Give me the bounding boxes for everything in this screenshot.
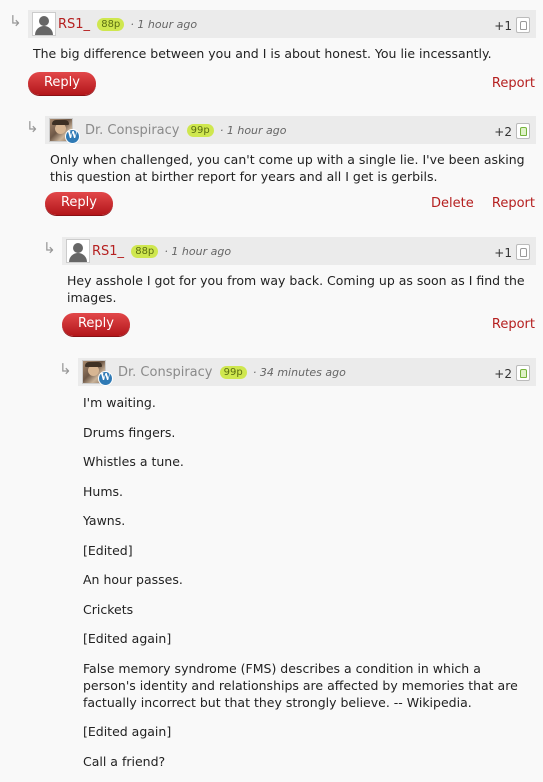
comment-paragraph: The big difference between you and I is …: [33, 46, 492, 61]
author-line: RS1_ 88p · 1 hour ago: [92, 244, 231, 259]
points-badge: 88p: [131, 245, 159, 258]
comment-paragraph: I'm waiting.: [83, 395, 156, 410]
comment-header: ↳ W Dr. Conspiracy 99p · 34 minutes ago …: [59, 358, 536, 386]
avatar[interactable]: [32, 12, 56, 36]
vote-area: +1: [494, 17, 530, 33]
comment-paragraph: Crickets: [83, 601, 134, 617]
comment-body: Only when challenged, you can't come up …: [50, 151, 530, 198]
reply-arrow-icon: ↳: [26, 118, 39, 136]
reply-button[interactable]: Reply: [28, 72, 96, 95]
comment-dr-conspiracy-second: ↳ W Dr. Conspiracy 99p · 34 minutes ago …: [59, 358, 536, 769]
vote-count: +2: [494, 367, 512, 381]
vote-count: +1: [494, 19, 512, 33]
vote-area: +1: [494, 244, 530, 260]
author-name[interactable]: RS1_: [58, 17, 90, 32]
comment-actions: Report: [478, 76, 535, 91]
author-line: Dr. Conspiracy 99p · 34 minutes ago: [118, 365, 346, 380]
timestamp[interactable]: · 1 hour ago: [164, 245, 231, 258]
comment-paragraph: [Edited again]: [83, 724, 172, 739]
comment-actions: Delete Report: [417, 196, 535, 211]
vote-count: +2: [494, 125, 512, 139]
comment-paragraph: Only when challenged, you can't come up …: [50, 152, 525, 184]
delete-link[interactable]: Delete: [431, 196, 474, 211]
comment-header: ↳ RS1_ 88p · 1 hour ago +1: [43, 237, 536, 265]
thumbs-up-icon[interactable]: [516, 123, 530, 139]
comment-rs1-second: ↳ RS1_ 88p · 1 hour ago +1 Hey asshole I…: [43, 237, 536, 337]
timestamp[interactable]: · 34 minutes ago: [253, 366, 346, 379]
comment-header: ↳ RS1_ 88p · 1 hour ago +1: [9, 10, 536, 38]
comment-paragraph: Call a friend?: [83, 753, 166, 769]
report-link[interactable]: Report: [492, 317, 535, 332]
reply-arrow-icon: ↳: [43, 239, 56, 257]
comment-paragraph: Drums fingers.: [83, 424, 176, 440]
points-badge: 99p: [219, 366, 247, 379]
timestamp[interactable]: · 1 hour ago: [220, 124, 287, 137]
reply-arrow-icon: ↳: [59, 360, 72, 378]
vote-area: +2: [494, 123, 530, 139]
reply-arrow-icon: ↳: [9, 12, 22, 30]
wordpress-icon: W: [98, 371, 113, 386]
reply-button[interactable]: Reply: [45, 192, 113, 215]
comment-paragraph: False memory syndrome (FMS) describes a …: [83, 660, 518, 710]
reply-button[interactable]: Reply: [62, 313, 130, 336]
author-name[interactable]: Dr. Conspiracy: [85, 123, 180, 138]
comment-paragraph: Yawns.: [83, 513, 126, 528]
comment-actions: Report: [478, 317, 535, 332]
comment-dr-conspiracy-first: ↳ W Dr. Conspiracy 99p · 1 hour ago +2 O…: [26, 116, 536, 216]
timestamp[interactable]: · 1 hour ago: [130, 18, 197, 31]
thumbs-up-icon[interactable]: [516, 244, 530, 260]
points-badge: 99p: [186, 124, 214, 137]
comment-rs1-first: ↳ RS1_ 88p · 1 hour ago +1 The big diffe…: [9, 10, 536, 98]
comment-body: I'm waiting. Drums fingers. Whistles a t…: [83, 394, 528, 782]
comment-header: ↳ W Dr. Conspiracy 99p · 1 hour ago +2: [26, 116, 536, 144]
avatar[interactable]: [66, 239, 90, 263]
points-badge: 88p: [97, 18, 125, 31]
comment-paragraph: Hums.: [83, 483, 123, 499]
comment-body: The big difference between you and I is …: [33, 45, 523, 75]
comment-body: Hey asshole I got for you from way back.…: [67, 272, 532, 319]
thumbs-up-icon[interactable]: [516, 365, 530, 381]
author-name[interactable]: RS1_: [92, 244, 124, 259]
author-line: Dr. Conspiracy 99p · 1 hour ago: [85, 123, 287, 138]
comment-paragraph: An hour passes.: [83, 572, 183, 587]
thumbs-up-icon[interactable]: [516, 17, 530, 33]
vote-count: +1: [494, 246, 512, 260]
comment-paragraph: [Edited again]: [83, 631, 172, 646]
comment-paragraph: [Edited]: [83, 542, 133, 558]
wordpress-icon: W: [65, 129, 80, 144]
author-line: RS1_ 88p · 1 hour ago: [58, 17, 197, 32]
vote-area: +2: [494, 365, 530, 381]
author-name[interactable]: Dr. Conspiracy: [118, 365, 213, 380]
comment-paragraph: Hey asshole I got for you from way back.…: [67, 273, 525, 305]
comment-paragraph: Whistles a tune.: [83, 454, 184, 469]
report-link[interactable]: Report: [492, 196, 535, 211]
report-link[interactable]: Report: [492, 76, 535, 91]
